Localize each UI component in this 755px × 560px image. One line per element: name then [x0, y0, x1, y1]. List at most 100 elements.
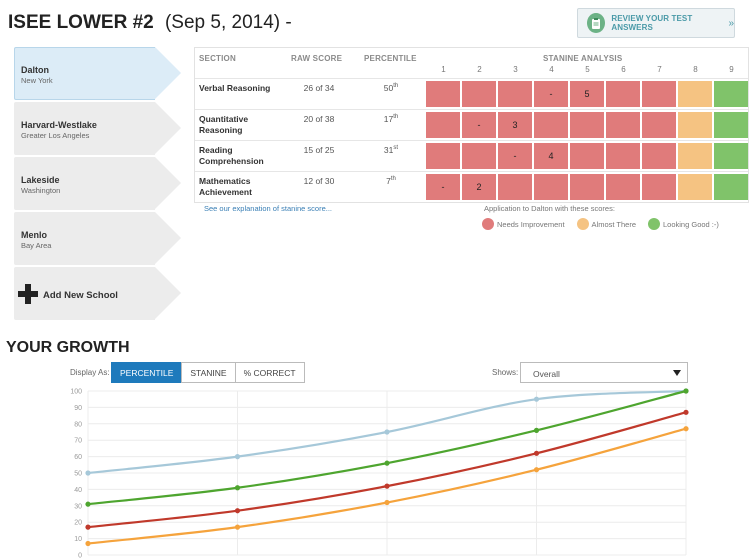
- stanine-cell: 2: [462, 174, 496, 200]
- y-tick-label: 40: [74, 487, 82, 494]
- school-tab-dalton[interactable]: Dalton New York: [14, 47, 181, 100]
- stanine-cell: 3: [498, 112, 532, 138]
- clipboard-icon: [587, 13, 606, 33]
- stanine-button[interactable]: STANINE: [181, 362, 236, 383]
- data-point: [384, 429, 390, 435]
- stanine-cell: [534, 112, 568, 138]
- data-point: [384, 483, 390, 489]
- stanine-cell: 5: [570, 81, 604, 107]
- y-tick-label: 50: [74, 471, 82, 478]
- stanine-cell: [714, 174, 748, 200]
- school-name: Dalton: [21, 65, 49, 75]
- raw-score: 26 of 34: [303, 83, 335, 93]
- data-point: [234, 454, 241, 460]
- double-chevron-right-icon: »: [728, 17, 734, 29]
- percent-correct-button[interactable]: % CORRECT: [234, 362, 305, 383]
- shows-dropdown[interactable]: Overall: [520, 362, 688, 383]
- add-new-school-button[interactable]: Add New School: [14, 267, 181, 320]
- table-row: Mathematics Achievement 12 of 30 7th -2: [195, 171, 748, 202]
- data-point: [533, 450, 540, 456]
- data-point: [85, 540, 91, 547]
- legend-almost-there: Almost There: [576, 218, 636, 230]
- stanine-explanation-link[interactable]: See our explanation of stanine score...: [204, 204, 332, 213]
- data-point: [533, 467, 540, 473]
- display-mode-toggle: PERCENTILE STANINE % CORRECT: [111, 362, 305, 383]
- data-point: [384, 499, 390, 506]
- stanine-cell: [570, 143, 604, 169]
- stanine-cell: [426, 112, 460, 138]
- raw-score: 20 of 38: [303, 114, 335, 124]
- data-point: [234, 508, 241, 514]
- school-name: Menlo: [21, 230, 47, 240]
- review-test-answers-button[interactable]: REVIEW YOUR TEST ANSWERS »: [577, 8, 735, 38]
- page-title: ISEE LOWER #2 (Sep 5, 2014) -: [8, 12, 292, 34]
- stanine-cell: [426, 143, 460, 169]
- table-row: Quantitative Reasoning 20 of 38 17th -3: [195, 109, 748, 140]
- stanine-cell: [678, 81, 712, 107]
- header-stanine-analysis: STANINE ANALYSIS: [543, 54, 623, 63]
- stanine-cell: -: [498, 143, 532, 169]
- growth-title: YOUR GROWTH: [6, 339, 130, 356]
- stanine-column-1: 1: [441, 65, 446, 74]
- stanine-cell: [534, 174, 568, 200]
- stanine-cell: [462, 81, 496, 107]
- stanine-column-2: 2: [477, 65, 482, 74]
- raw-score: 12 of 30: [303, 176, 335, 186]
- table-row: Reading Comprehension 15 of 25 31st -4: [195, 140, 748, 171]
- section-name: Verbal Reasoning: [199, 83, 271, 93]
- stanine-cell: [606, 81, 640, 107]
- shows-label: Shows:: [492, 368, 519, 377]
- stanine-column-5: 5: [585, 65, 590, 74]
- display-as-label: Display As:: [70, 368, 110, 377]
- legend-looking-good: Looking Good :-): [648, 218, 719, 230]
- school-location: Greater Los Angeles: [21, 131, 90, 140]
- school-tab-lakeside[interactable]: Lakeside Washington: [14, 157, 181, 210]
- y-tick-label: 60: [74, 454, 82, 461]
- stanine-cell: [678, 112, 712, 138]
- stanine-cell: [498, 81, 532, 107]
- data-point: [85, 501, 91, 507]
- y-tick-label: 100: [70, 389, 82, 396]
- data-point: [234, 485, 241, 491]
- percentile: 17th: [383, 114, 399, 124]
- school-name: Harvard-Westlake: [21, 120, 97, 130]
- data-point: [683, 426, 689, 432]
- school-location: New York: [21, 76, 53, 85]
- percentile-button[interactable]: PERCENTILE: [111, 362, 183, 383]
- school-location: Bay Area: [21, 241, 52, 250]
- school-tab-harvard-westlake[interactable]: Harvard-Westlake Greater Los Angeles: [14, 102, 181, 155]
- growth-chart: 0 10 20 30 40 50 60 70 80 90 100: [70, 388, 689, 560]
- review-button-label: REVIEW YOUR TEST ANSWERS: [611, 14, 693, 32]
- stanine-cell: [642, 174, 676, 200]
- stanine-cell: [606, 112, 640, 138]
- shows-dropdown-value: Overall: [533, 368, 560, 379]
- stanine-cell: [462, 143, 496, 169]
- percentile: 31st: [383, 145, 399, 155]
- school-tab-menlo[interactable]: Menlo Bay Area: [14, 212, 181, 265]
- data-point: [533, 427, 540, 433]
- stanine-column-9: 9: [729, 65, 734, 74]
- data-point: [683, 388, 689, 394]
- plus-icon: [18, 284, 38, 304]
- stanine-column-8: 8: [693, 65, 698, 74]
- header-percentile: PERCENTILE: [364, 54, 417, 63]
- percentile: 7th: [386, 176, 396, 186]
- data-point: [533, 396, 540, 402]
- stanine-cell: 4: [534, 143, 568, 169]
- title-suffix: -: [285, 12, 292, 33]
- stanine-cell: -: [426, 174, 460, 200]
- stanine-column-4: 4: [549, 65, 554, 74]
- legend-needs-improvement: Needs Improvement: [482, 218, 565, 230]
- stanine-column-7: 7: [657, 65, 662, 74]
- table-row: Verbal Reasoning 26 of 34 50th -5: [195, 78, 748, 109]
- stanine-cell: [714, 112, 748, 138]
- y-tick-label: 70: [74, 438, 82, 445]
- stanine-cell: [714, 143, 748, 169]
- school-tabs: Dalton New York Harvard-Westlake Greater…: [14, 47, 181, 322]
- legend: Needs Improvement Almost There Looking G…: [482, 218, 731, 230]
- y-tick-label: 30: [74, 503, 82, 510]
- stanine-cell: [570, 174, 604, 200]
- stanine-cell: [642, 81, 676, 107]
- stanine-cell: [678, 174, 712, 200]
- stanine-cell: [606, 143, 640, 169]
